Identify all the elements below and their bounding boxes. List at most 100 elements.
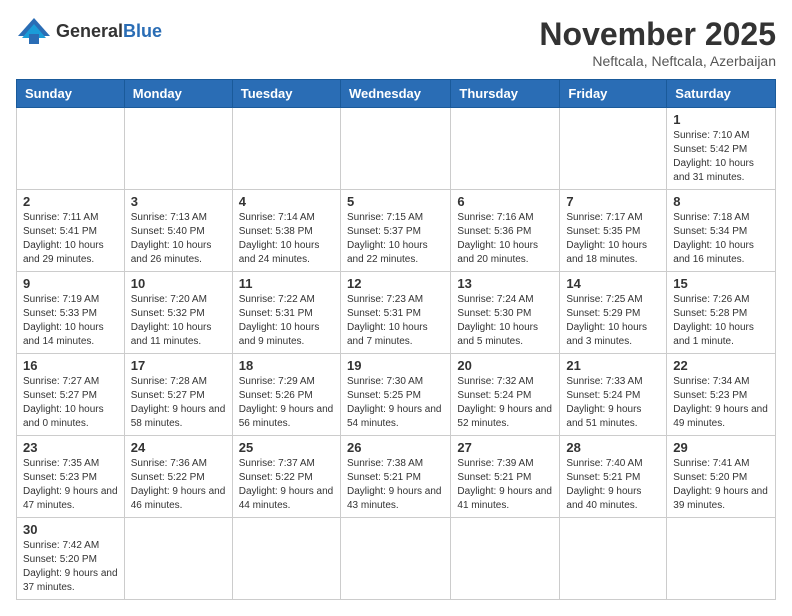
day-number: 26 — [347, 440, 444, 455]
calendar-cell: 13 Sunrise: 7:24 AM Sunset: 5:30 PM Dayli… — [451, 272, 560, 354]
calendar-cell — [232, 518, 340, 600]
day-of-week-header: Sunday — [17, 80, 125, 108]
day-of-week-header: Monday — [124, 80, 232, 108]
calendar-cell — [17, 108, 125, 190]
day-number: 7 — [566, 194, 660, 209]
calendar-cell: 4 Sunrise: 7:14 AM Sunset: 5:38 PM Daylig… — [232, 190, 340, 272]
calendar-cell: 26 Sunrise: 7:38 AM Sunset: 5:21 PM Dayli… — [340, 436, 450, 518]
calendar-cell: 12Sunrise: 7:23 AM Sunset: 5:31 PM Dayli… — [340, 272, 450, 354]
day-number: 6 — [457, 194, 553, 209]
calendar-cell: 28 Sunrise: 7:40 AM Sunset: 5:21 PM Dayli… — [560, 436, 667, 518]
calendar-cell — [451, 108, 560, 190]
calendar-cell: 7 Sunrise: 7:17 AM Sunset: 5:35 PM Daylig… — [560, 190, 667, 272]
logo-icon — [16, 16, 52, 46]
day-info: Sunrise: 7:23 AM Sunset: 5:31 PM Dayligh… — [347, 293, 444, 349]
day-number: 10 — [131, 276, 226, 291]
day-number: 22 — [673, 358, 769, 373]
calendar-cell: 10Sunrise: 7:20 AM Sunset: 5:32 PM Dayli… — [124, 272, 232, 354]
calendar-cell: 27 Sunrise: 7:39 AM Sunset: 5:21 PM Dayli… — [451, 436, 560, 518]
day-info: Sunrise: 7:30 AM Sunset: 5:25 PM Dayligh… — [347, 375, 444, 431]
day-info: Sunrise: 7:42 AM Sunset: 5:20 PM Dayligh… — [23, 539, 118, 595]
day-number: 23 — [23, 440, 118, 455]
day-info: Sunrise: 7:40 AM Sunset: 5:21 PM Dayligh… — [566, 457, 660, 513]
calendar-cell: 2Sunrise: 7:11 AM Sunset: 5:41 PM Daylig… — [17, 190, 125, 272]
day-info: Sunrise: 7:24 AM Sunset: 5:30 PM Dayligh… — [457, 293, 553, 349]
logo-text: GeneralBlue — [56, 21, 162, 42]
day-number: 16 — [23, 358, 118, 373]
calendar-cell — [232, 108, 340, 190]
day-info: Sunrise: 7:14 AM Sunset: 5:38 PM Dayligh… — [239, 211, 334, 267]
calendar-cell: 5 Sunrise: 7:15 AM Sunset: 5:37 PM Daylig… — [340, 190, 450, 272]
calendar-cell: 1Sunrise: 7:10 AM Sunset: 5:42 PM Daylig… — [667, 108, 776, 190]
day-info: Sunrise: 7:38 AM Sunset: 5:21 PM Dayligh… — [347, 457, 444, 513]
calendar-week-row: 2Sunrise: 7:11 AM Sunset: 5:41 PM Daylig… — [17, 190, 776, 272]
day-of-week-header: Tuesday — [232, 80, 340, 108]
calendar-cell — [340, 108, 450, 190]
calendar-cell: 21Sunrise: 7:33 AM Sunset: 5:24 PM Dayli… — [560, 354, 667, 436]
calendar-week-row: 30Sunrise: 7:42 AM Sunset: 5:20 PM Dayli… — [17, 518, 776, 600]
day-number: 13 — [457, 276, 553, 291]
day-number: 24 — [131, 440, 226, 455]
calendar-cell — [451, 518, 560, 600]
day-number: 14 — [566, 276, 660, 291]
day-number: 15 — [673, 276, 769, 291]
calendar-week-row: 1Sunrise: 7:10 AM Sunset: 5:42 PM Daylig… — [17, 108, 776, 190]
day-info: Sunrise: 7:25 AM Sunset: 5:29 PM Dayligh… — [566, 293, 660, 349]
day-info: Sunrise: 7:32 AM Sunset: 5:24 PM Dayligh… — [457, 375, 553, 431]
day-info: Sunrise: 7:28 AM Sunset: 5:27 PM Dayligh… — [131, 375, 226, 431]
calendar-cell: 23Sunrise: 7:35 AM Sunset: 5:23 PM Dayli… — [17, 436, 125, 518]
calendar-cell — [340, 518, 450, 600]
day-number: 18 — [239, 358, 334, 373]
day-number: 11 — [239, 276, 334, 291]
day-of-week-header: Thursday — [451, 80, 560, 108]
calendar-cell: 8Sunrise: 7:18 AM Sunset: 5:34 PM Daylig… — [667, 190, 776, 272]
day-number: 20 — [457, 358, 553, 373]
day-number: 28 — [566, 440, 660, 455]
day-number: 8 — [673, 194, 769, 209]
day-number: 17 — [131, 358, 226, 373]
day-number: 5 — [347, 194, 444, 209]
day-number: 25 — [239, 440, 334, 455]
day-number: 3 — [131, 194, 226, 209]
day-info: Sunrise: 7:22 AM Sunset: 5:31 PM Dayligh… — [239, 293, 334, 349]
title-section: November 2025 Neftcala, Neftcala, Azerba… — [539, 16, 776, 69]
calendar-cell: 19 Sunrise: 7:30 AM Sunset: 5:25 PM Dayli… — [340, 354, 450, 436]
day-number: 27 — [457, 440, 553, 455]
calendar-cell: 14 Sunrise: 7:25 AM Sunset: 5:29 PM Dayli… — [560, 272, 667, 354]
calendar-cell — [560, 108, 667, 190]
calendar-cell: 25 Sunrise: 7:37 AM Sunset: 5:22 PM Dayli… — [232, 436, 340, 518]
day-info: Sunrise: 7:26 AM Sunset: 5:28 PM Dayligh… — [673, 293, 769, 349]
day-number: 4 — [239, 194, 334, 209]
day-number: 1 — [673, 112, 769, 127]
calendar-cell: 29Sunrise: 7:41 AM Sunset: 5:20 PM Dayli… — [667, 436, 776, 518]
day-info: Sunrise: 7:16 AM Sunset: 5:36 PM Dayligh… — [457, 211, 553, 267]
day-info: Sunrise: 7:29 AM Sunset: 5:26 PM Dayligh… — [239, 375, 334, 431]
calendar-week-row: 23Sunrise: 7:35 AM Sunset: 5:23 PM Dayli… — [17, 436, 776, 518]
day-info: Sunrise: 7:19 AM Sunset: 5:33 PM Dayligh… — [23, 293, 118, 349]
calendar-cell: 3Sunrise: 7:13 AM Sunset: 5:40 PM Daylig… — [124, 190, 232, 272]
day-info: Sunrise: 7:34 AM Sunset: 5:23 PM Dayligh… — [673, 375, 769, 431]
calendar-week-row: 16Sunrise: 7:27 AM Sunset: 5:27 PM Dayli… — [17, 354, 776, 436]
day-number: 19 — [347, 358, 444, 373]
calendar-cell: 15 Sunrise: 7:26 AM Sunset: 5:28 PM Dayli… — [667, 272, 776, 354]
days-header-row: SundayMondayTuesdayWednesdayThursdayFrid… — [17, 80, 776, 108]
calendar-week-row: 9Sunrise: 7:19 AM Sunset: 5:33 PM Daylig… — [17, 272, 776, 354]
day-info: Sunrise: 7:17 AM Sunset: 5:35 PM Dayligh… — [566, 211, 660, 267]
day-of-week-header: Wednesday — [340, 80, 450, 108]
calendar-cell: 24 Sunrise: 7:36 AM Sunset: 5:22 PM Dayli… — [124, 436, 232, 518]
day-info: Sunrise: 7:36 AM Sunset: 5:22 PM Dayligh… — [131, 457, 226, 513]
calendar-cell — [667, 518, 776, 600]
day-number: 2 — [23, 194, 118, 209]
calendar-cell: 22 Sunrise: 7:34 AM Sunset: 5:23 PM Dayli… — [667, 354, 776, 436]
day-of-week-header: Friday — [560, 80, 667, 108]
day-info: Sunrise: 7:39 AM Sunset: 5:21 PM Dayligh… — [457, 457, 553, 513]
calendar-cell — [124, 518, 232, 600]
day-info: Sunrise: 7:33 AM Sunset: 5:24 PM Dayligh… — [566, 375, 660, 431]
calendar-cell — [560, 518, 667, 600]
month-year: November 2025 — [539, 16, 776, 53]
calendar-cell: 16Sunrise: 7:27 AM Sunset: 5:27 PM Dayli… — [17, 354, 125, 436]
day-info: Sunrise: 7:37 AM Sunset: 5:22 PM Dayligh… — [239, 457, 334, 513]
day-info: Sunrise: 7:15 AM Sunset: 5:37 PM Dayligh… — [347, 211, 444, 267]
day-of-week-header: Saturday — [667, 80, 776, 108]
calendar-table: SundayMondayTuesdayWednesdayThursdayFrid… — [16, 79, 776, 600]
